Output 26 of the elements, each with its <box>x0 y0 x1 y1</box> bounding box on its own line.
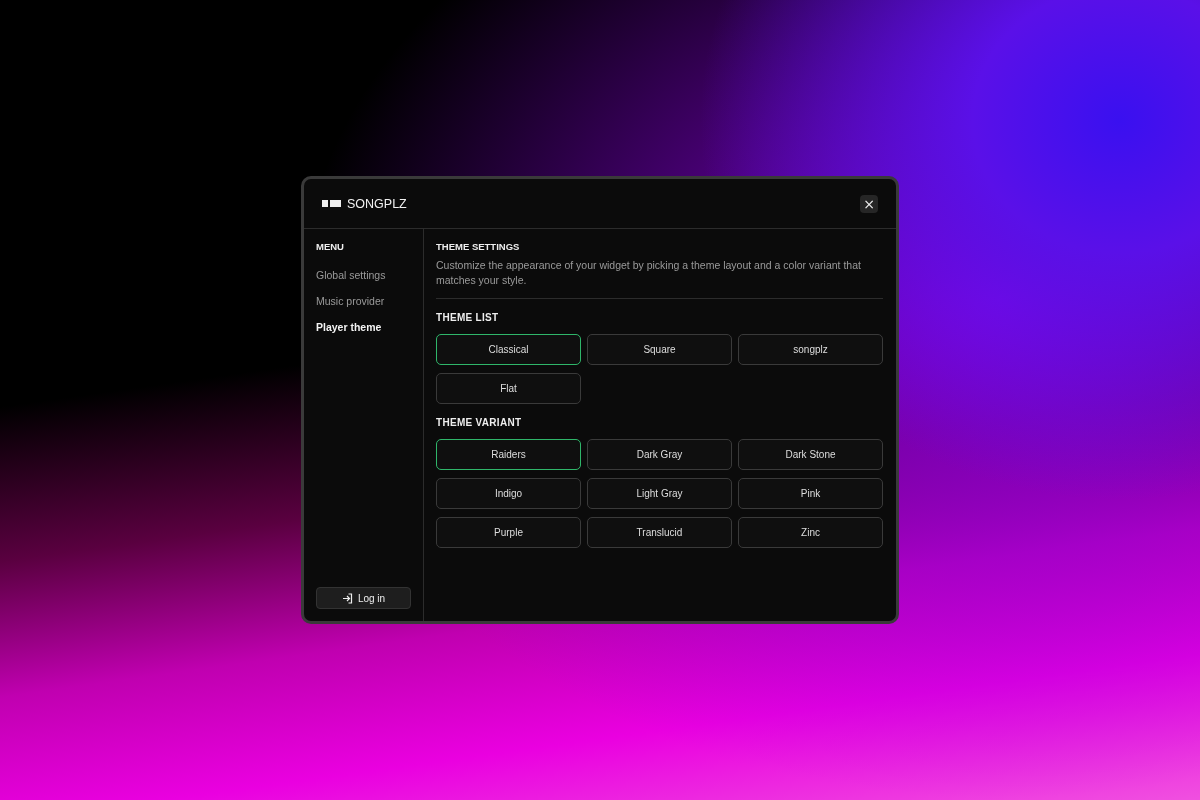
login-icon <box>341 592 353 604</box>
description-text: Customize the appearance of your widget by picking a theme layout and a color variant that matches your style. <box>436 258 883 299</box>
close-button[interactable]: × <box>860 194 878 213</box>
section-title: THEME SETTINGS <box>436 241 521 252</box>
theme-option[interactable]: Translucid <box>587 517 732 548</box>
theme-option[interactable]: Indigo <box>436 478 581 509</box>
menu-item[interactable]: Player theme <box>316 314 382 340</box>
theme-option[interactable]: Light Gray <box>587 478 732 509</box>
theme-option[interactable]: songplz <box>738 334 883 365</box>
menu-heading: MENU <box>316 241 345 252</box>
menu-item[interactable]: Music provider <box>316 288 385 314</box>
theme-option[interactable]: Raiders <box>436 439 581 470</box>
logo-icon <box>322 200 341 207</box>
theme-option[interactable]: Square <box>587 334 732 365</box>
section-title: THEME VARIANT <box>436 417 523 428</box>
theme-option[interactable]: Purple <box>436 517 581 548</box>
menu-item[interactable]: Global settings <box>316 262 386 288</box>
theme-option[interactable]: Dark Stone <box>738 439 883 470</box>
theme-option[interactable]: Flat <box>436 373 581 404</box>
theme-option[interactable]: Dark Gray <box>587 439 732 470</box>
theme-option[interactable]: Pink <box>738 478 883 509</box>
app-title: SONGPLZ <box>347 196 407 211</box>
login-button[interactable]: Log in <box>316 587 411 609</box>
theme-option[interactable]: Classical <box>436 334 581 365</box>
section-title: THEME LIST <box>436 312 500 323</box>
theme-option[interactable]: Zinc <box>738 517 883 548</box>
